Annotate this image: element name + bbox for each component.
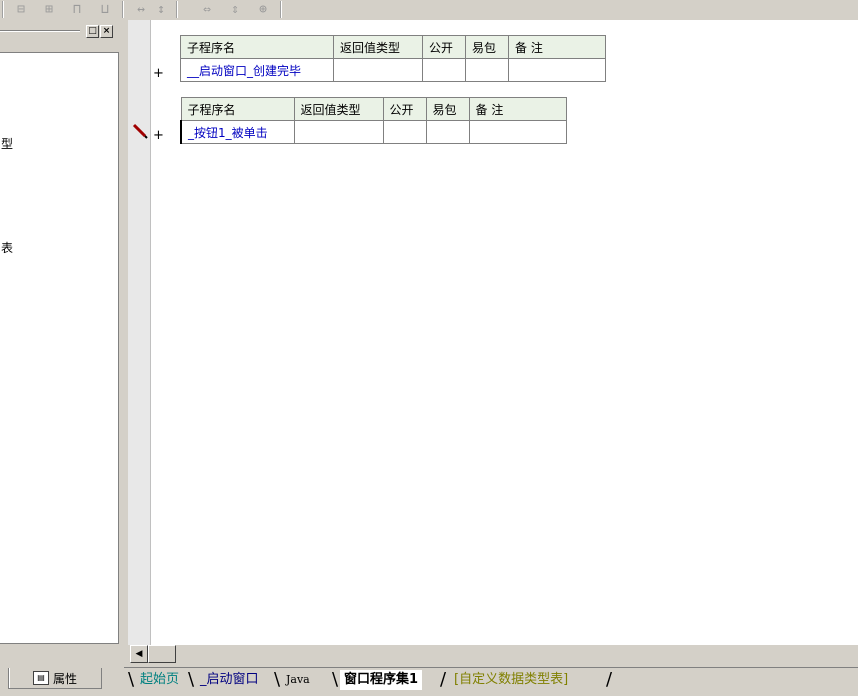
toolbar-separator xyxy=(122,1,124,18)
subroutine-name-cell[interactable]: _按钮1_被单击 xyxy=(180,120,295,144)
tab-properties-label: 属性 xyxy=(52,671,77,686)
subroutine-table: 子程序名 返回值类型 公开 易包 备 注 _按钮1_被单击 xyxy=(180,97,567,144)
code-editor[interactable]: + + 子程序名 返回值类型 公开 易包 备 注 __启动窗口_创建完毕 子程序… xyxy=(128,20,858,645)
tree-item-fragment[interactable]: 型 xyxy=(1,135,13,152)
panel-titlebar: □ × xyxy=(0,24,120,38)
close-icon[interactable]: × xyxy=(100,25,113,38)
public-cell[interactable] xyxy=(382,120,427,144)
tab-java[interactable]: Java xyxy=(282,670,314,690)
same-height-icon[interactable]: ⇕ xyxy=(226,1,244,18)
toolbar-separator xyxy=(176,1,178,18)
col-header-easy-package: 易包 xyxy=(425,97,470,121)
col-header-public: 公开 xyxy=(422,35,466,59)
remark-cell[interactable] xyxy=(468,120,567,144)
tab-divider: \ xyxy=(128,669,135,690)
toolbar: ⊟ ⊞ ⊓ ⊔ ↔ ↕ ⇔ ⇕ ⊕ xyxy=(0,0,858,20)
same-width-icon[interactable]: ⇔ xyxy=(198,1,216,18)
align-bottom-icon[interactable]: ⊔ xyxy=(96,1,114,18)
align-center-v-icon[interactable]: ⊞ xyxy=(40,1,58,18)
toolbar-separator xyxy=(2,1,4,18)
col-header-easy-package: 易包 xyxy=(465,35,509,59)
tab-divider: / xyxy=(440,669,447,690)
editor-gutter xyxy=(128,20,151,645)
col-header-return-type: 返回值类型 xyxy=(293,97,384,121)
tab-startup-window[interactable]: _启动窗口 xyxy=(196,670,263,690)
subroutine-name-cell[interactable]: __启动窗口_创建完毕 xyxy=(180,58,334,82)
tab-properties[interactable]: ▤ 属性 xyxy=(8,668,102,689)
space-vertical-icon[interactable]: ↕ xyxy=(152,1,170,18)
col-header-return-type: 返回值类型 xyxy=(333,35,423,59)
col-header-name: 子程序名 xyxy=(180,97,295,121)
titlebar-grip xyxy=(0,30,80,32)
restore-icon[interactable]: □ xyxy=(86,25,99,38)
document-tabs: \ 起始页 \ _启动窗口 \ Java \ 窗口程序集1 / [自定义数据类型… xyxy=(124,667,858,696)
project-tree[interactable]: 型 表 xyxy=(0,52,119,644)
align-top-icon[interactable]: ⊓ xyxy=(68,1,86,18)
remark-cell[interactable] xyxy=(508,58,606,82)
tab-window-assembly[interactable]: 窗口程序集1 xyxy=(340,670,423,690)
tab-start-page[interactable]: 起始页 xyxy=(136,670,183,690)
space-horizontal-icon[interactable]: ↔ xyxy=(132,1,150,18)
tree-item-fragment[interactable]: 表 xyxy=(1,239,13,256)
scroll-left-icon[interactable]: ◀ xyxy=(130,645,148,663)
tab-divider: / xyxy=(606,669,613,690)
align-center-h-icon[interactable]: ⊟ xyxy=(12,1,30,18)
col-header-public: 公开 xyxy=(382,97,427,121)
return-type-cell[interactable] xyxy=(293,120,384,144)
expand-toggle[interactable]: + xyxy=(153,128,164,143)
same-size-icon[interactable]: ⊕ xyxy=(254,1,272,18)
easy-package-cell[interactable] xyxy=(465,58,509,82)
scroll-thumb[interactable] xyxy=(148,645,176,663)
properties-icon: ▤ xyxy=(32,671,49,685)
toolbar-separator xyxy=(280,1,282,18)
tab-divider: \ xyxy=(274,669,281,690)
col-header-remark: 备 注 xyxy=(508,35,606,59)
return-type-cell[interactable] xyxy=(333,58,423,82)
tab-custom-datatype-table[interactable]: [自定义数据类型表] xyxy=(450,670,572,690)
tab-divider: \ xyxy=(188,669,195,690)
public-cell[interactable] xyxy=(422,58,466,82)
easy-package-cell[interactable] xyxy=(425,120,470,144)
col-header-remark: 备 注 xyxy=(468,97,567,121)
expand-toggle[interactable]: + xyxy=(153,66,164,81)
horizontal-scrollbar[interactable]: ◀ xyxy=(128,645,858,663)
left-panel: □ × 型 表 xyxy=(0,20,124,657)
col-header-name: 子程序名 xyxy=(180,35,334,59)
subroutine-table: 子程序名 返回值类型 公开 易包 备 注 __启动窗口_创建完毕 xyxy=(180,35,606,82)
pencil-icon xyxy=(132,123,148,139)
tab-divider: \ xyxy=(332,669,339,690)
